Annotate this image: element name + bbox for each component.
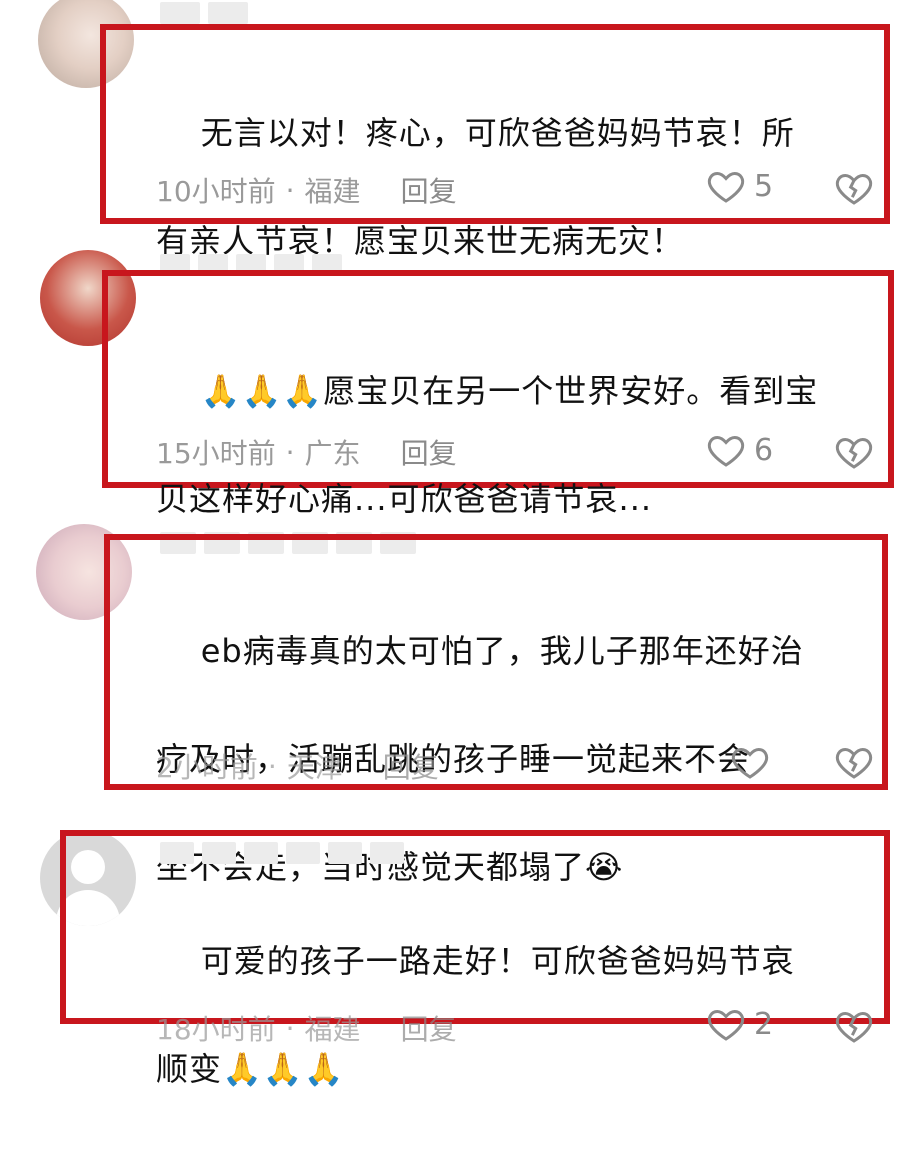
comment-meta: 10小时前 · 福建 回复: [156, 170, 457, 210]
location: 天津: [286, 751, 343, 784]
dislike-button[interactable]: [834, 742, 874, 786]
location: 广东: [304, 437, 361, 470]
like-count: 2: [754, 1006, 774, 1042]
heart-outline-icon: [707, 1009, 745, 1041]
reply-button[interactable]: 回复: [383, 746, 439, 786]
location: 福建: [304, 175, 361, 208]
comment-meta: 18小时前 · 福建 回复: [156, 1008, 457, 1048]
broken-heart-icon: [835, 173, 873, 205]
dislike-button[interactable]: [834, 432, 874, 476]
reply-button[interactable]: 回复: [401, 432, 457, 472]
dislike-button[interactable]: [834, 168, 874, 212]
broken-heart-icon: [835, 437, 873, 469]
separator: ·: [285, 435, 295, 469]
dislike-button[interactable]: [834, 1006, 874, 1050]
like-count: 6: [754, 432, 774, 468]
separator: ·: [267, 749, 277, 783]
separator: ·: [285, 173, 295, 207]
heart-outline-icon: [707, 435, 745, 467]
timestamp: 18小时前: [156, 1013, 276, 1046]
comment-3: eb病毒真的太可怕了，我儿子那年还好治 疗及时，活蹦乱跳的孩子睡一觉起来不会 坐…: [0, 520, 922, 886]
comment-2: 🙏🙏🙏愿宝贝在另一个世界安好。看到宝 贝这样好心痛...可欣爸爸请节哀... 1…: [0, 240, 922, 518]
reply-button[interactable]: 回复: [401, 170, 457, 210]
like-button[interactable]: 6: [706, 430, 773, 470]
like-button[interactable]: 5: [706, 166, 773, 206]
separator: ·: [285, 1011, 295, 1045]
location: 福建: [304, 1013, 361, 1046]
comment-meta: 15小时前 · 广东 回复: [156, 432, 457, 472]
like-count: 5: [754, 168, 774, 204]
like-button[interactable]: 2: [706, 1004, 773, 1044]
timestamp: 2小时前: [156, 751, 258, 784]
heart-outline-icon: [707, 171, 745, 203]
comment-4: 可爱的孩子一路走好！可欣爸爸妈妈节哀 顺变🙏🙏🙏 18小时前 · 福建 回复 2: [0, 810, 922, 1088]
timestamp: 15小时前: [156, 437, 276, 470]
like-button[interactable]: [730, 742, 778, 782]
comment-meta: 2小时前 · 天津 回复: [156, 746, 439, 786]
reply-button[interactable]: 回复: [401, 1008, 457, 1048]
broken-heart-icon: [835, 1011, 873, 1043]
broken-heart-icon: [835, 747, 873, 779]
heart-outline-icon: [731, 747, 769, 779]
timestamp: 10小时前: [156, 175, 276, 208]
username-redacted: [160, 0, 248, 26]
comment-1: 无言以对！疼心，可欣爸爸妈妈节哀！所 有亲人节哀！愿宝贝来世无病无灾！ 10小时…: [0, 0, 922, 260]
